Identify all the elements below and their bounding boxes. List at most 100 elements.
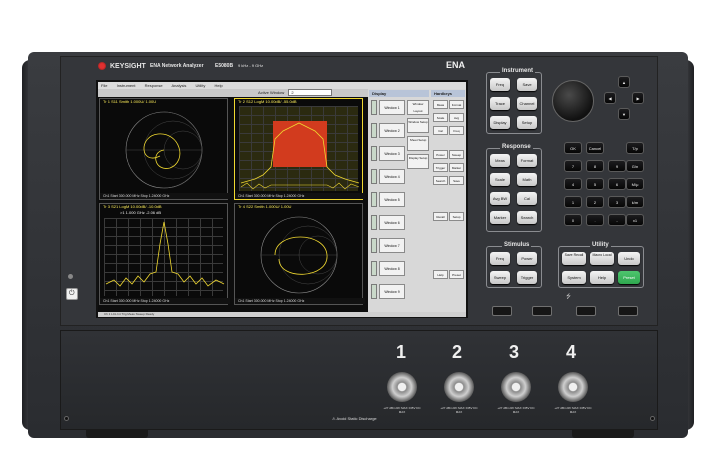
scale-button[interactable]: Scale [490, 173, 510, 186]
undo-button[interactable]: Undo [618, 252, 640, 265]
trace-window-1[interactable]: Tr 1 S11 Smith 1.000U/ 1.00U Ch1 Start 3… [99, 98, 230, 200]
softkey-window-8[interactable]: Window 8 [379, 261, 405, 276]
active-window-select[interactable]: 2 [288, 89, 333, 96]
trigger-button[interactable]: Trigger [517, 271, 537, 284]
unit-x1-key[interactable]: x1 [626, 214, 644, 226]
softkey-window-layout[interactable]: Window Layout [407, 100, 429, 115]
cal-button[interactable]: Cal [517, 192, 537, 205]
hardkey-cal[interactable]: Cal [433, 126, 448, 135]
softkey-window-4[interactable]: Window 4 [379, 169, 405, 184]
menu-analysis[interactable]: Analysis [172, 83, 187, 88]
hardkey-freq[interactable]: Freq [449, 126, 464, 135]
rotary-knob[interactable] [552, 80, 594, 122]
trace-footer-3: Ch1 Start 300.000 MHz Stop 1.24000 GHz [100, 298, 230, 304]
minus-key[interactable]: - [608, 214, 626, 226]
ok-key[interactable]: OK [564, 142, 582, 154]
trace-window-4[interactable]: Tr 4 S22 Smith 1.000U/ 1.00U Ch1 Start 3… [234, 203, 365, 305]
digit-8-key[interactable]: 8 [586, 160, 604, 172]
digit-1-key[interactable]: 1 [564, 196, 582, 208]
port-connector-4[interactable] [558, 372, 588, 402]
tera-pico-key[interactable]: T/p [626, 142, 644, 154]
port-connector-2[interactable] [444, 372, 474, 402]
digit-5-key[interactable]: 5 [586, 178, 604, 190]
port-connector-1[interactable] [387, 372, 417, 402]
format-button[interactable]: Format [517, 154, 537, 167]
stimulus-freq-button[interactable]: Freq [490, 252, 510, 265]
hardkey-format[interactable]: Format [449, 100, 464, 109]
hardkey-marker[interactable]: Marker [449, 163, 464, 172]
hardkey-search[interactable]: Search [433, 176, 448, 185]
preset-button[interactable]: Preset [618, 271, 640, 284]
help-button[interactable]: Help [590, 271, 614, 284]
digit-4-key[interactable]: 4 [564, 178, 582, 190]
hardkey-scale[interactable]: Scale [433, 113, 448, 122]
display-button[interactable]: Display [490, 116, 510, 129]
hardkey-preset[interactable]: Preset [449, 270, 464, 279]
hardkey-setup[interactable]: Setup [449, 212, 464, 221]
arrow-up-button[interactable]: ▲ [618, 76, 630, 88]
cancel-key[interactable]: Cancel [586, 142, 604, 154]
usb-port-3[interactable] [576, 306, 596, 316]
menu-instrument[interactable]: Instrument [117, 83, 136, 88]
window-number-7 [371, 238, 377, 253]
hardkey-power[interactable]: Power [433, 150, 448, 159]
marker-button[interactable]: Marker [490, 211, 510, 224]
digit-3-key[interactable]: 3 [608, 196, 626, 208]
port-connector-3[interactable] [501, 372, 531, 402]
instrument-freq-button[interactable]: Freq [490, 78, 510, 91]
arrow-right-button[interactable]: ▶ [632, 92, 644, 104]
usb-port-1[interactable] [492, 306, 512, 316]
setup-button[interactable]: Setup [517, 116, 537, 129]
softkey-window-1[interactable]: Window 1 [379, 100, 405, 115]
menu-help[interactable]: Help [214, 83, 222, 88]
trace-window-2[interactable]: Tr 2 S12 LogM 10.00dB/ -55.0dB Ch1 Start… [234, 98, 365, 200]
instrument-save-button[interactable]: Save [517, 78, 537, 91]
system-button[interactable]: System [562, 271, 586, 284]
hardkey-meas[interactable]: Meas [433, 100, 448, 109]
menu-file[interactable]: File [101, 83, 107, 88]
power-button[interactable]: Power [517, 252, 537, 265]
trace-window-3[interactable]: Tr 3 S21 LogM 10.00dB/ -10.0dB >1 1.000 … [99, 203, 230, 305]
softkey-sheet-setup[interactable]: Sheet Setup [407, 136, 429, 151]
softkey-display-setup[interactable]: Display Setup [407, 154, 429, 169]
digit-2-key[interactable]: 2 [586, 196, 604, 208]
softkey-window-5[interactable]: Window 5 [379, 192, 405, 207]
hardkey-save[interactable]: Save [449, 176, 464, 185]
save-recall-button[interactable]: Save Recall [562, 252, 586, 265]
decimal-key[interactable]: . [586, 214, 604, 226]
hardkey-sweep[interactable]: Sweep [449, 150, 464, 159]
hardkey-help[interactable]: Help [433, 270, 448, 279]
digit-0-key[interactable]: 0 [564, 214, 582, 226]
digit-9-key[interactable]: 9 [608, 160, 626, 172]
softkey-window-6[interactable]: Window 6 [379, 215, 405, 230]
avg-bw-button[interactable]: Avg BW [490, 192, 510, 205]
mega-micro-key[interactable]: M/μ [626, 178, 644, 190]
arrow-down-button[interactable]: ▼ [618, 108, 630, 120]
kilo-milli-key[interactable]: k/m [626, 196, 644, 208]
digit-6-key[interactable]: 6 [608, 178, 626, 190]
hardkey-avg[interactable]: Avg [449, 113, 464, 122]
channel-button[interactable]: Channel [517, 97, 537, 110]
math-button[interactable]: Math [517, 173, 537, 186]
sweep-button[interactable]: Sweep [490, 271, 510, 284]
menu-bar[interactable]: File Instrument Response Analysis Utilit… [98, 82, 466, 89]
macro-local-button[interactable]: Macro Local [590, 252, 614, 265]
softkey-window-2[interactable]: Window 2 [379, 123, 405, 138]
search-button[interactable]: Search [517, 211, 537, 224]
arrow-left-button[interactable]: ◀ [604, 92, 616, 104]
digit-7-key[interactable]: 7 [564, 160, 582, 172]
softkey-window-3[interactable]: Window 3 [379, 146, 405, 161]
usb-port-4[interactable] [618, 306, 638, 316]
softkey-window-setup[interactable]: Window Setup [407, 118, 429, 133]
trace-button[interactable]: Trace [490, 97, 510, 110]
giga-nano-key[interactable]: G/n [626, 160, 644, 172]
meas-button[interactable]: Meas [490, 154, 510, 167]
hardkey-trigger[interactable]: Trigger [433, 163, 448, 172]
usb-port-2[interactable] [532, 306, 552, 316]
menu-response[interactable]: Response [145, 83, 163, 88]
hardkey-recall[interactable]: Recall [433, 212, 448, 221]
softkey-window-9[interactable]: Window 9 [379, 284, 405, 299]
port-warning-3: +27 dBm RF MAX ±35V DC MAX [497, 406, 535, 414]
menu-utility[interactable]: Utility [196, 83, 206, 88]
softkey-window-7[interactable]: Window 7 [379, 238, 405, 253]
